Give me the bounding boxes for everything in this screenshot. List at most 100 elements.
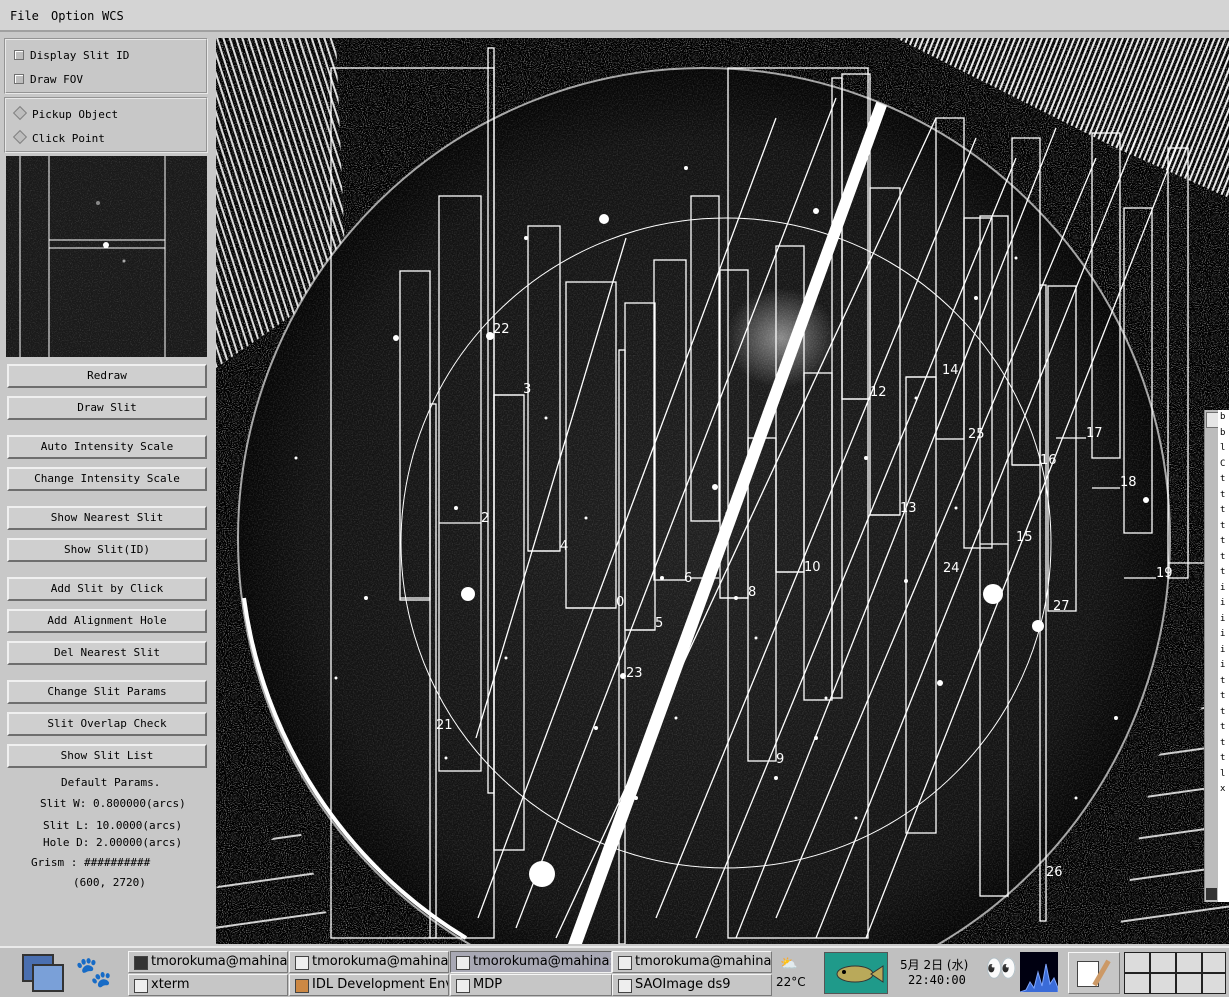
slit-label: 3 — [523, 382, 532, 397]
show-slit-id-button[interactable]: Show Slit(ID) — [7, 538, 207, 562]
window-icon — [295, 956, 309, 970]
task-terminal-2[interactable]: tmorokuma@mahina:/d — [289, 951, 449, 973]
auto-intensity-scale-button[interactable]: Auto Intensity Scale — [7, 435, 207, 459]
checkbox-icon — [14, 50, 24, 60]
slit-label: 14 — [942, 363, 959, 378]
slit-label: 27 — [1053, 599, 1070, 614]
terminal-icon — [134, 956, 148, 970]
window-icon — [134, 979, 148, 993]
change-intensity-scale-button[interactable]: Change Intensity Scale — [7, 467, 207, 491]
control-panel: Display Slit ID Draw FOV Pickup Object C… — [0, 34, 214, 944]
slit-label: 2 — [481, 511, 490, 526]
add-slit-by-click-button[interactable]: Add Slit by Click — [7, 577, 207, 601]
pickup-object-radio[interactable]: Pickup Object — [12, 105, 118, 121]
radio-icon — [12, 129, 28, 145]
add-alignment-hole-button[interactable]: Add Alignment Hole — [7, 609, 207, 633]
slit-label: 1 — [724, 511, 733, 526]
workspace-4[interactable] — [1202, 952, 1226, 973]
xeyes-icon: 👀 — [985, 954, 1018, 984]
draw-slit-button[interactable]: Draw Slit — [7, 396, 207, 420]
workspace-pager[interactable] — [1124, 952, 1227, 994]
workspace-7[interactable] — [1176, 973, 1202, 994]
window-icon — [618, 956, 632, 970]
zoom-preview-image — [6, 156, 207, 357]
task-terminal-3[interactable]: tmorokuma@mahina:/d — [450, 951, 612, 973]
gnome-foot-icon[interactable]: 🐾 — [74, 954, 114, 992]
menu-wcs[interactable]: WCS — [102, 9, 124, 23]
clock-date: 5月 2日 (水) — [900, 958, 969, 972]
slit-label: 15 — [1016, 530, 1033, 545]
slit-label: 9 — [776, 752, 785, 767]
menu-option[interactable]: Option — [51, 9, 94, 23]
partial-window-text: bblCtttttttiiiiiittttttlx — [1218, 410, 1229, 902]
slit-label: 13 — [900, 501, 917, 516]
window-icon — [456, 979, 470, 993]
notes-pencil-icon[interactable] — [1068, 952, 1120, 994]
draw-fov-checkbox[interactable]: Draw FOV — [14, 73, 83, 86]
display-options-group: Display Slit ID Draw FOV — [4, 38, 208, 94]
window-icon — [618, 979, 632, 993]
display-slit-id-checkbox[interactable]: Display Slit ID — [14, 49, 129, 62]
checkbox-icon — [14, 74, 24, 84]
slit-label: 12 — [870, 385, 887, 400]
task-terminal-1[interactable]: tmorokuma@mahina:/d — [128, 951, 288, 973]
hole-diameter-value: Hole D: 2.00000(arcs) — [43, 836, 183, 849]
workspace-1[interactable] — [1124, 952, 1150, 973]
computer-icon[interactable] — [18, 952, 64, 992]
slit-label: 8 — [748, 585, 757, 600]
task-idl[interactable]: IDL Development Envir — [289, 974, 449, 996]
menu-bar: File Option WCS — [0, 0, 1229, 32]
click-point-radio[interactable]: Click Point — [12, 129, 105, 145]
change-slit-params-button[interactable]: Change Slit Params — [7, 680, 207, 704]
vertical-scrollbar[interactable] — [1204, 410, 1219, 902]
window-icon — [456, 956, 470, 970]
scroll-down-arrow-icon[interactable] — [1206, 888, 1217, 900]
grism-value: Grism : ########## — [31, 856, 151, 869]
slit-label: 4 — [560, 539, 569, 554]
slit-label: 23 — [626, 666, 643, 681]
slit-label: 18 — [1120, 475, 1137, 490]
workspace-6[interactable] — [1150, 973, 1176, 994]
slit-label: 5 — [655, 616, 664, 631]
slit-label: 0 — [616, 595, 625, 610]
fish-applet-icon[interactable] — [824, 952, 888, 994]
weather-temperature: 22°C — [776, 975, 806, 989]
menu-file[interactable]: File — [10, 9, 39, 23]
task-xterm[interactable]: xterm — [128, 974, 288, 996]
slit-label: 24 — [943, 561, 960, 576]
show-nearest-slit-button[interactable]: Show Nearest Slit — [7, 506, 207, 530]
slit-label: 19 — [1156, 566, 1173, 581]
radio-icon — [12, 105, 28, 121]
slit-label: 16 — [1040, 453, 1057, 468]
slit-width-value: Slit W: 0.800000(arcs) — [40, 797, 186, 810]
slit-length-value: Slit L: 10.0000(arcs) — [43, 819, 183, 832]
task-terminal-4[interactable]: tmorokuma@mahina:/d — [612, 951, 772, 973]
workspace-8[interactable] — [1202, 973, 1226, 994]
task-ds9[interactable]: SAOImage ds9 — [612, 974, 772, 996]
redraw-button[interactable]: Redraw — [7, 364, 207, 388]
weather-icon: ⛅ — [780, 956, 798, 972]
slit-label: 17 — [1086, 426, 1103, 441]
slit-label: 25 — [968, 427, 985, 442]
show-slit-list-button[interactable]: Show Slit List — [7, 744, 207, 768]
task-mdp[interactable]: MDP — [450, 974, 612, 996]
slit-overlap-check-button[interactable]: Slit Overlap Check — [7, 712, 207, 736]
params-heading: Default Params. — [61, 776, 161, 789]
workspace-2[interactable] — [1150, 952, 1176, 973]
pick-mode-group: Pickup Object Click Point — [4, 97, 208, 153]
zoom-preview — [6, 156, 207, 357]
idl-icon — [295, 979, 309, 993]
slit-labels-layer: 22 3 2 4 0 5 23 21 6 8 9 10 12 14 13 25 … — [216, 38, 1229, 944]
image-canvas[interactable]: 22 3 2 4 0 5 23 21 6 8 9 10 12 14 13 25 … — [216, 38, 1229, 944]
del-nearest-slit-button[interactable]: Del Nearest Slit — [7, 641, 207, 665]
clock-time: 22:40:00 — [908, 973, 966, 987]
slit-label: 26 — [1046, 865, 1063, 880]
cursor-coordinates: (600, 2720) — [73, 876, 146, 889]
cpu-load-graph-icon — [1019, 952, 1059, 993]
slit-label: 21 — [436, 718, 453, 733]
slit-label: 22 — [493, 322, 510, 337]
slit-label: 10 — [804, 560, 821, 575]
workspace-5[interactable] — [1124, 973, 1150, 994]
workspace-3[interactable] — [1176, 952, 1202, 973]
slit-label: 6 — [684, 571, 693, 586]
